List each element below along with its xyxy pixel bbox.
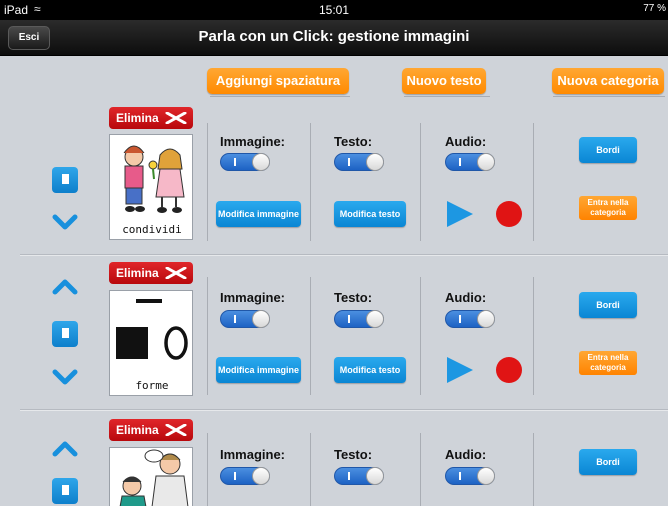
- image-toggle[interactable]: [220, 153, 270, 171]
- column-divider: [533, 277, 534, 395]
- delete-button[interactable]: Elimina: [109, 419, 193, 441]
- column-divider: [533, 433, 534, 506]
- audio-toggle[interactable]: [445, 153, 495, 171]
- image-caption: condividi: [122, 223, 182, 236]
- battery-level: 77 %: [643, 3, 666, 14]
- delete-button[interactable]: Elimina: [109, 107, 193, 129]
- borders-button[interactable]: Bordi: [579, 292, 637, 318]
- document-icon: [62, 174, 69, 184]
- delete-button[interactable]: Elimina: [109, 262, 193, 284]
- audio-label: Audio:: [445, 134, 487, 149]
- new-category-button[interactable]: Nuova categoria: [552, 68, 664, 94]
- new-category-underline: [553, 96, 665, 97]
- column-divider: [533, 123, 534, 241]
- image-label: Immagine:: [220, 290, 286, 305]
- edit-image-button[interactable]: Modifica immagine: [216, 201, 301, 227]
- add-spacing-underline: [210, 96, 350, 97]
- new-text-underline: [404, 96, 490, 97]
- greeting-people-picture: [119, 449, 189, 506]
- status-time: 15:01: [318, 3, 350, 17]
- row-divider: [20, 254, 668, 256]
- close-icon: [165, 112, 187, 124]
- audio-toggle[interactable]: [445, 310, 495, 328]
- image-thumbnail[interactable]: forme: [109, 290, 193, 396]
- document-icon: [62, 485, 69, 495]
- row-divider: [20, 409, 668, 411]
- text-toggle[interactable]: [334, 467, 384, 485]
- enter-category-button[interactable]: Entra nella categoria: [579, 351, 637, 375]
- play-icon[interactable]: [447, 201, 473, 227]
- page-button[interactable]: [52, 321, 78, 347]
- document-icon: [62, 328, 69, 338]
- edit-text-button[interactable]: Modifica testo: [334, 357, 406, 383]
- delete-label: Elimina: [116, 111, 159, 125]
- text-label: Testo:: [334, 290, 373, 305]
- column-divider: [207, 123, 208, 241]
- image-toggle[interactable]: [220, 310, 270, 328]
- sharing-children-picture: [123, 145, 185, 213]
- audio-toggle[interactable]: [445, 467, 495, 485]
- move-down-icon[interactable]: [52, 213, 78, 231]
- page-button[interactable]: [52, 478, 78, 504]
- edit-image-button[interactable]: Modifica immagine: [216, 357, 301, 383]
- play-icon[interactable]: [447, 357, 473, 383]
- add-spacing-button[interactable]: Aggiungi spaziatura: [207, 68, 349, 94]
- record-button[interactable]: [496, 201, 522, 227]
- new-text-button[interactable]: Nuovo testo: [402, 68, 486, 94]
- delete-label: Elimina: [116, 423, 159, 437]
- text-label: Testo:: [334, 447, 373, 462]
- status-bar: iPad ≈ 15:01 77 %: [0, 0, 668, 20]
- shapes-picture: [116, 299, 188, 360]
- audio-label: Audio:: [445, 290, 487, 305]
- edit-text-button[interactable]: Modifica testo: [334, 201, 406, 227]
- column-divider: [420, 123, 421, 241]
- image-label: Immagine:: [220, 447, 286, 462]
- image-thumbnail[interactable]: condividi: [109, 134, 193, 240]
- column-divider: [310, 433, 311, 506]
- column-divider: [310, 277, 311, 395]
- text-label: Testo:: [334, 134, 373, 149]
- column-divider: [207, 433, 208, 506]
- move-down-icon[interactable]: [52, 368, 78, 386]
- column-divider: [310, 123, 311, 241]
- column-divider: [420, 277, 421, 395]
- borders-button[interactable]: Bordi: [579, 449, 637, 475]
- column-divider: [207, 277, 208, 395]
- page-button[interactable]: [52, 167, 78, 193]
- record-button[interactable]: [496, 357, 522, 383]
- move-up-icon[interactable]: [52, 440, 78, 458]
- image-toggle[interactable]: [220, 467, 270, 485]
- image-thumbnail[interactable]: [109, 447, 193, 506]
- borders-button[interactable]: Bordi: [579, 137, 637, 163]
- close-icon: [165, 267, 187, 279]
- image-caption: forme: [135, 379, 169, 392]
- text-toggle[interactable]: [334, 310, 384, 328]
- navigation-bar: Esci Parla con un Click: gestione immagi…: [0, 20, 668, 56]
- close-icon: [165, 424, 187, 436]
- enter-category-button[interactable]: Entra nella categoria: [579, 196, 637, 220]
- text-toggle[interactable]: [334, 153, 384, 171]
- page-title: Parla con un Click: gestione immagini: [198, 28, 470, 45]
- delete-label: Elimina: [116, 266, 159, 280]
- audio-label: Audio:: [445, 447, 487, 462]
- column-divider: [420, 433, 421, 506]
- move-up-icon[interactable]: [52, 278, 78, 296]
- image-label: Immagine:: [220, 134, 286, 149]
